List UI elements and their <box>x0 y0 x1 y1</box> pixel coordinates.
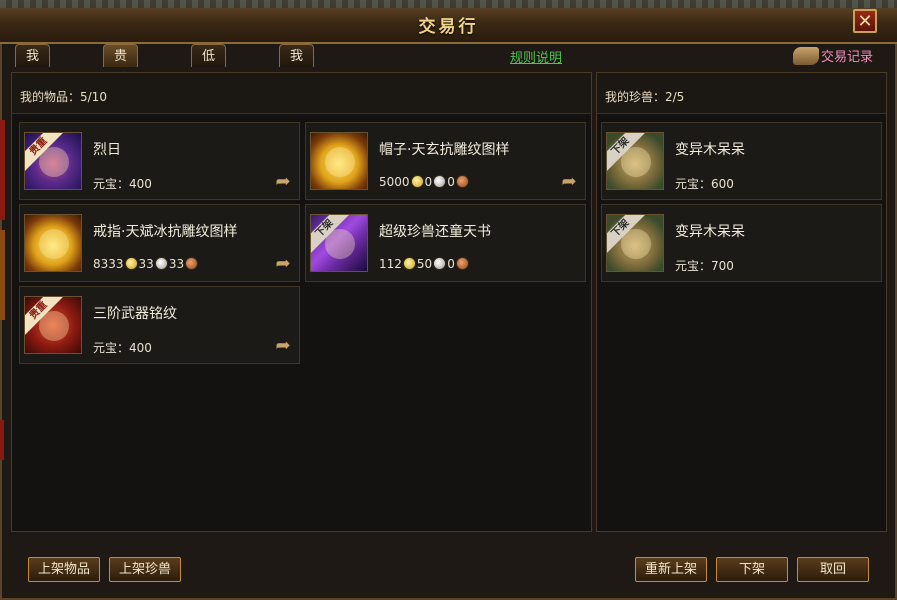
item-card[interactable]: 帽子·天玄抗雕纹图样 5000 0 0 ➦ <box>305 122 586 200</box>
copper-coin-icon <box>455 175 469 188</box>
item-price: 元宝：400 <box>93 177 152 191</box>
silver-coin-icon <box>433 175 447 188</box>
item-name: 烈日 <box>93 142 121 158</box>
magic-book-icon: 下架 <box>310 214 368 272</box>
tab-sell[interactable]: 我要出售 <box>279 44 315 133</box>
gold-coin-icon <box>402 257 416 270</box>
panel-header: 我的珍兽：2/5 <box>597 73 886 114</box>
jewel-necklace-icon: 贵重 <box>24 132 82 190</box>
pet-name: 变异木呆呆 <box>675 224 745 240</box>
item-price-coins: 8333 33 33 <box>93 257 199 271</box>
pet-card[interactable]: 下架 变异木呆呆 元宝：600 <box>601 122 882 200</box>
item-card[interactable]: 贵重 三阶武器铭纹 元宝：400 ➦ <box>19 286 300 364</box>
copper-coin-icon <box>455 257 469 270</box>
pet-card[interactable]: 下架 变异木呆呆 元宝：700 <box>601 204 882 282</box>
wood-beast-icon: 下架 <box>606 132 664 190</box>
trade-records-label: 交易记录 <box>821 50 874 65</box>
item-card[interactable]: 下架 超级珍兽还童天书 112 50 0 <box>305 204 586 282</box>
item-card[interactable]: 戒指·天斌冰抗雕纹图样 8333 33 33 ➦ <box>19 204 300 282</box>
gold-coin-icon <box>410 175 424 188</box>
side-decoration <box>0 120 5 220</box>
gold-scroll-icon <box>24 214 82 272</box>
tab-valuable[interactable]: 贵重公示 <box>103 44 139 133</box>
item-name: 超级珍兽还童天书 <box>379 224 491 240</box>
title-bar: 交易行 ✕ <box>0 0 897 44</box>
item-price-coins: 112 50 0 <box>379 257 470 271</box>
pet-price: 元宝：700 <box>675 259 734 273</box>
panel-header: 我的物品：5/10 <box>12 73 591 114</box>
gold-scroll-icon <box>310 132 368 190</box>
list-item-button[interactable]: 上架物品 <box>28 557 100 582</box>
item-name: 戒指·天斌冰抗雕纹图样 <box>93 224 238 240</box>
gold-coin-icon <box>124 257 138 270</box>
item-card[interactable]: 贵重 烈日 元宝：400 ➦ <box>19 122 300 200</box>
cancel-button[interactable]: 取回 <box>797 557 869 582</box>
item-price: 元宝：400 <box>93 341 152 355</box>
my-pets-title: 我的珍兽：2/5 <box>605 90 685 104</box>
action-arrow-icon[interactable]: ➦ <box>271 173 295 191</box>
tab-buy[interactable]: 我要购买 <box>15 44 51 133</box>
window-title: 交易行 <box>418 17 479 37</box>
action-arrow-icon[interactable]: ➦ <box>271 255 295 273</box>
pet-price: 元宝：600 <box>675 177 734 191</box>
action-arrow-icon[interactable]: ➦ <box>271 337 295 355</box>
scroll-icon <box>793 46 819 65</box>
item-name: 帽子·天玄抗雕纹图样 <box>379 142 510 158</box>
close-button[interactable]: ✕ <box>853 9 877 33</box>
side-decoration <box>0 420 4 460</box>
my-items-title: 我的物品：5/10 <box>20 90 107 104</box>
item-name: 三阶武器铭纹 <box>93 306 177 322</box>
red-scroll-icon: 贵重 <box>24 296 82 354</box>
delist-button[interactable]: 下架 <box>716 557 788 582</box>
silver-coin-icon <box>433 257 447 270</box>
tab-lowprice[interactable]: 低价公示 <box>191 44 227 133</box>
item-price-coins: 5000 0 0 <box>379 175 470 189</box>
my-items-panel: 我的物品：5/10 贵重 烈日 元宝：400 ➦ 帽子·天玄抗雕纹图样 5000… <box>11 72 592 532</box>
relist-button[interactable]: 重新上架 <box>635 557 707 582</box>
my-pets-panel: 我的珍兽：2/5 下架 变异木呆呆 元宝：600 下架 变异木呆呆 元宝：700 <box>596 72 887 532</box>
pet-name: 变异木呆呆 <box>675 142 745 158</box>
wood-beast-icon: 下架 <box>606 214 664 272</box>
copper-coin-icon <box>185 257 199 270</box>
list-pet-button[interactable]: 上架珍兽 <box>109 557 181 582</box>
close-icon: ✕ <box>857 11 873 32</box>
action-arrow-icon[interactable]: ➦ <box>557 173 581 191</box>
side-decoration <box>0 230 5 320</box>
rules-link[interactable]: 规则说明 <box>510 47 562 66</box>
silver-coin-icon <box>154 257 168 270</box>
trade-records-button[interactable]: 交易记录 <box>793 46 873 65</box>
trade-window: 交易行 ✕ 我要购买 贵重公示 低价公示 我要出售 规则说明 交易记录 我的物品… <box>0 0 897 600</box>
